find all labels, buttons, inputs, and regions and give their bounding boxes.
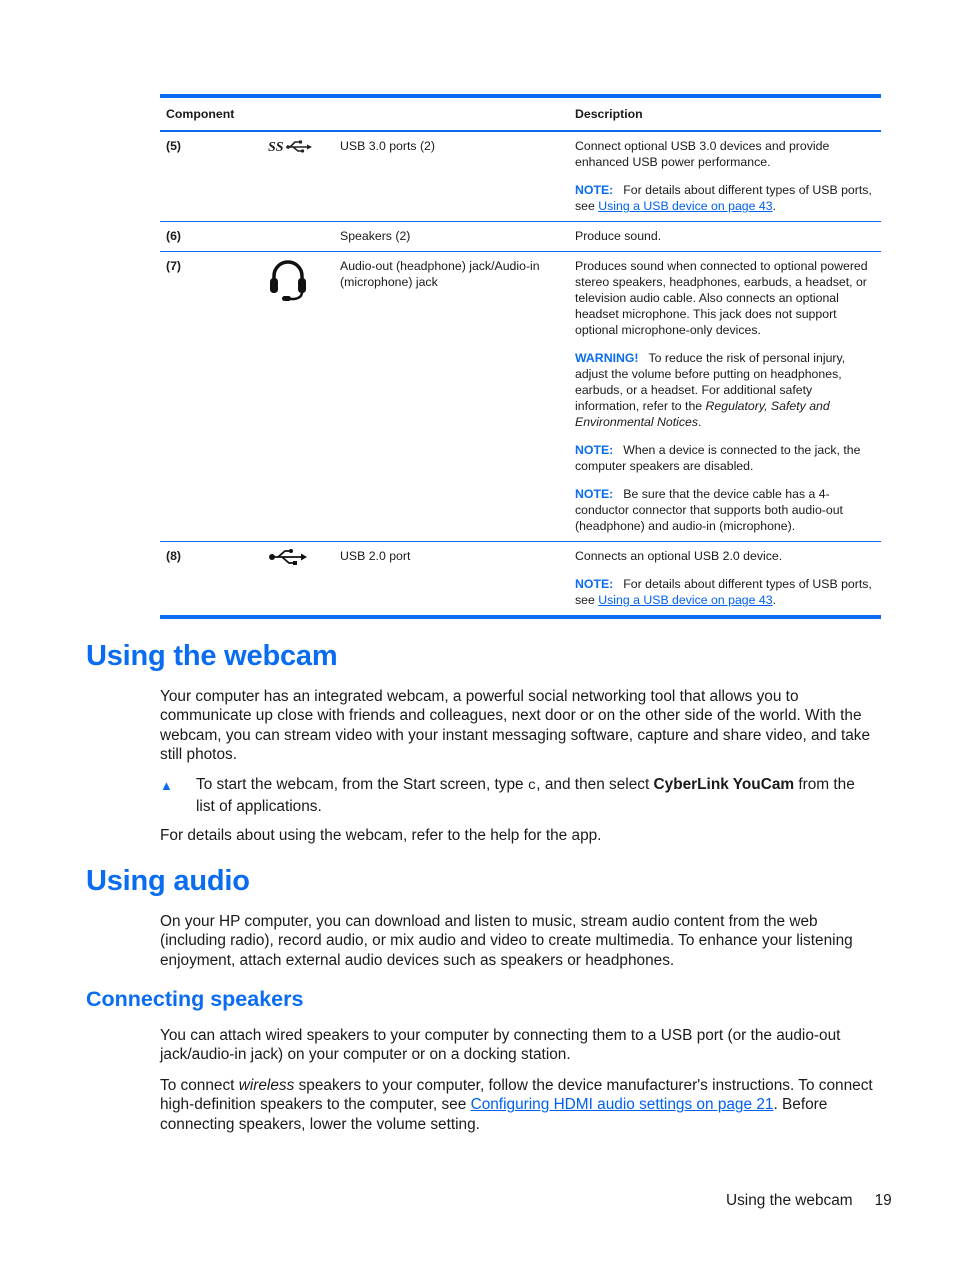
component-name: Speakers (2) (340, 229, 411, 243)
speakers-para-2: To connect wireless speakers to your com… (160, 1076, 876, 1134)
warning-label: WARNING! (575, 351, 639, 365)
icon-cell-empty (254, 228, 340, 244)
wireless-emphasis: wireless (238, 1077, 295, 1094)
component-table: Component Description (5) SS USB 3.0 por… (160, 94, 881, 619)
component-name: USB 3.0 ports (2) (340, 139, 435, 153)
webcam-step: ▲ To start the webcam, from the Start sc… (160, 775, 876, 816)
page-footer: Using the webcam 19 (726, 1192, 892, 1210)
description-text: Produces sound when connected to optiona… (575, 259, 868, 337)
table-header: Component Description (160, 98, 881, 132)
warning: WARNING! To reduce the risk of personal i… (575, 350, 877, 430)
footer-section-title: Using the webcam (726, 1192, 853, 1209)
description-text: Produce sound. (575, 229, 662, 243)
component-number: (7) (166, 259, 182, 273)
usb-device-link[interactable]: Using a USB device on page 43 (598, 199, 772, 213)
table-row: (6) Speakers (2) Produce sound. (160, 222, 881, 252)
header-description: Description (575, 107, 643, 121)
webcam-details: For details about using the webcam, refe… (160, 827, 602, 844)
step-text-before: To start the webcam, from the Start scre… (196, 776, 528, 793)
note: NOTE: Be sure that the device cable has a… (575, 486, 877, 534)
headset-icon (254, 258, 340, 534)
step-triangle-icon: ▲ (160, 778, 173, 793)
step-text-middle: , and then select (536, 776, 654, 793)
usb-superspeed-icon: SS (254, 138, 340, 214)
component-name: Audio-out (headphone) jack/Audio-in (mic… (340, 259, 540, 289)
note-text: Be sure that the device cable has a 4-co… (575, 487, 843, 533)
warning-punct: . (698, 415, 702, 429)
description-text: Connect optional USB 3.0 devices and pro… (575, 139, 830, 169)
component-description: Produces sound when connected to optiona… (569, 258, 881, 534)
webcam-intro: Your computer has an integrated webcam, … (160, 688, 871, 763)
note-text: When a device is connected to the jack, … (575, 443, 861, 473)
component-number: (6) (166, 229, 182, 243)
page-number: 19 (874, 1192, 892, 1209)
note: NOTE: For details about different types o… (575, 576, 877, 608)
component-description: Connect optional USB 3.0 devices and pro… (569, 138, 881, 214)
usb-icon (254, 548, 340, 608)
step-text: To start the webcam, from the Start scre… (196, 775, 876, 816)
component-name: USB 2.0 port (340, 549, 411, 563)
note-label: NOTE: (575, 487, 614, 501)
note-punct: . (772, 593, 776, 607)
table-row: (7) Audio-out (headphone) jack/Audio-in … (160, 252, 881, 542)
note-label: NOTE: (575, 443, 614, 457)
svg-text:SS: SS (268, 140, 284, 154)
audio-heading: Using audio (86, 865, 250, 897)
para-text: To connect (160, 1077, 239, 1094)
speakers-para-1: You can attach wired speakers to your co… (160, 1027, 841, 1064)
table-row: (8) USB 2.0 port Connects an optional US… (160, 542, 881, 615)
audio-intro: On your HP computer, you can download an… (160, 913, 853, 969)
usb-device-link[interactable]: Using a USB device on page 43 (598, 593, 772, 607)
webcam-heading: Using the webcam (86, 640, 338, 672)
speakers-heading: Connecting speakers (86, 987, 304, 1011)
note-label: NOTE: (575, 577, 614, 591)
note-punct: . (772, 199, 776, 213)
component-number: (8) (166, 549, 182, 563)
component-number: (5) (166, 139, 182, 153)
component-description: Connects an optional USB 2.0 device. NOT… (569, 548, 881, 608)
note: NOTE: For details about different types o… (575, 182, 877, 214)
hdmi-audio-link[interactable]: Configuring HDMI audio settings on page … (471, 1096, 774, 1113)
app-name: CyberLink YouCam (653, 776, 795, 793)
note-label: NOTE: (575, 183, 614, 197)
table-row: (5) SS USB 3.0 ports (2) Connect optiona… (160, 132, 881, 222)
note: NOTE: When a device is connected to the j… (575, 442, 877, 474)
component-description: Produce sound. (569, 228, 881, 244)
description-text: Connects an optional USB 2.0 device. (575, 549, 783, 563)
header-component: Component (166, 107, 235, 121)
